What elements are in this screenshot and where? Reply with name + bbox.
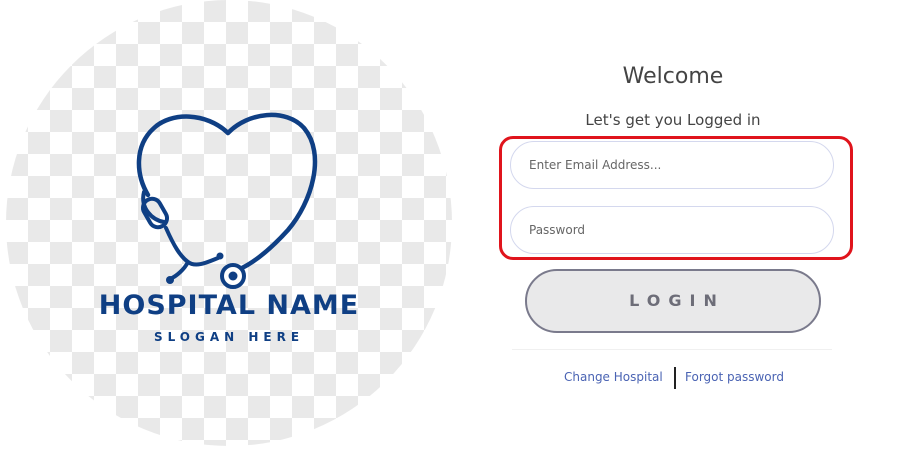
email-input[interactable] xyxy=(510,141,834,189)
heart-stethoscope-icon xyxy=(136,112,318,289)
forgot-password-link-wrap: Forgot password xyxy=(685,370,784,384)
hospital-logo: HOSPITAL NAME SLOGAN HERE xyxy=(6,0,452,446)
divider xyxy=(512,349,832,350)
change-hospital-link-wrap: Change Hospital xyxy=(564,370,663,384)
login-subtitle: Let's get you Logged in xyxy=(585,111,761,129)
link-separator xyxy=(674,367,676,389)
hospital-name: HOSPITAL NAME xyxy=(98,290,360,321)
change-hospital-link[interactable]: Change Hospital xyxy=(564,370,663,384)
login-page: HOSPITAL NAME SLOGAN HERE Welcome Let's … xyxy=(0,0,904,464)
hospital-slogan: SLOGAN HERE xyxy=(153,330,305,344)
forgot-password-link[interactable]: Forgot password xyxy=(685,370,784,384)
welcome-heading: Welcome xyxy=(622,64,724,89)
password-input[interactable] xyxy=(510,206,834,254)
login-button[interactable]: LOGIN xyxy=(525,269,821,333)
